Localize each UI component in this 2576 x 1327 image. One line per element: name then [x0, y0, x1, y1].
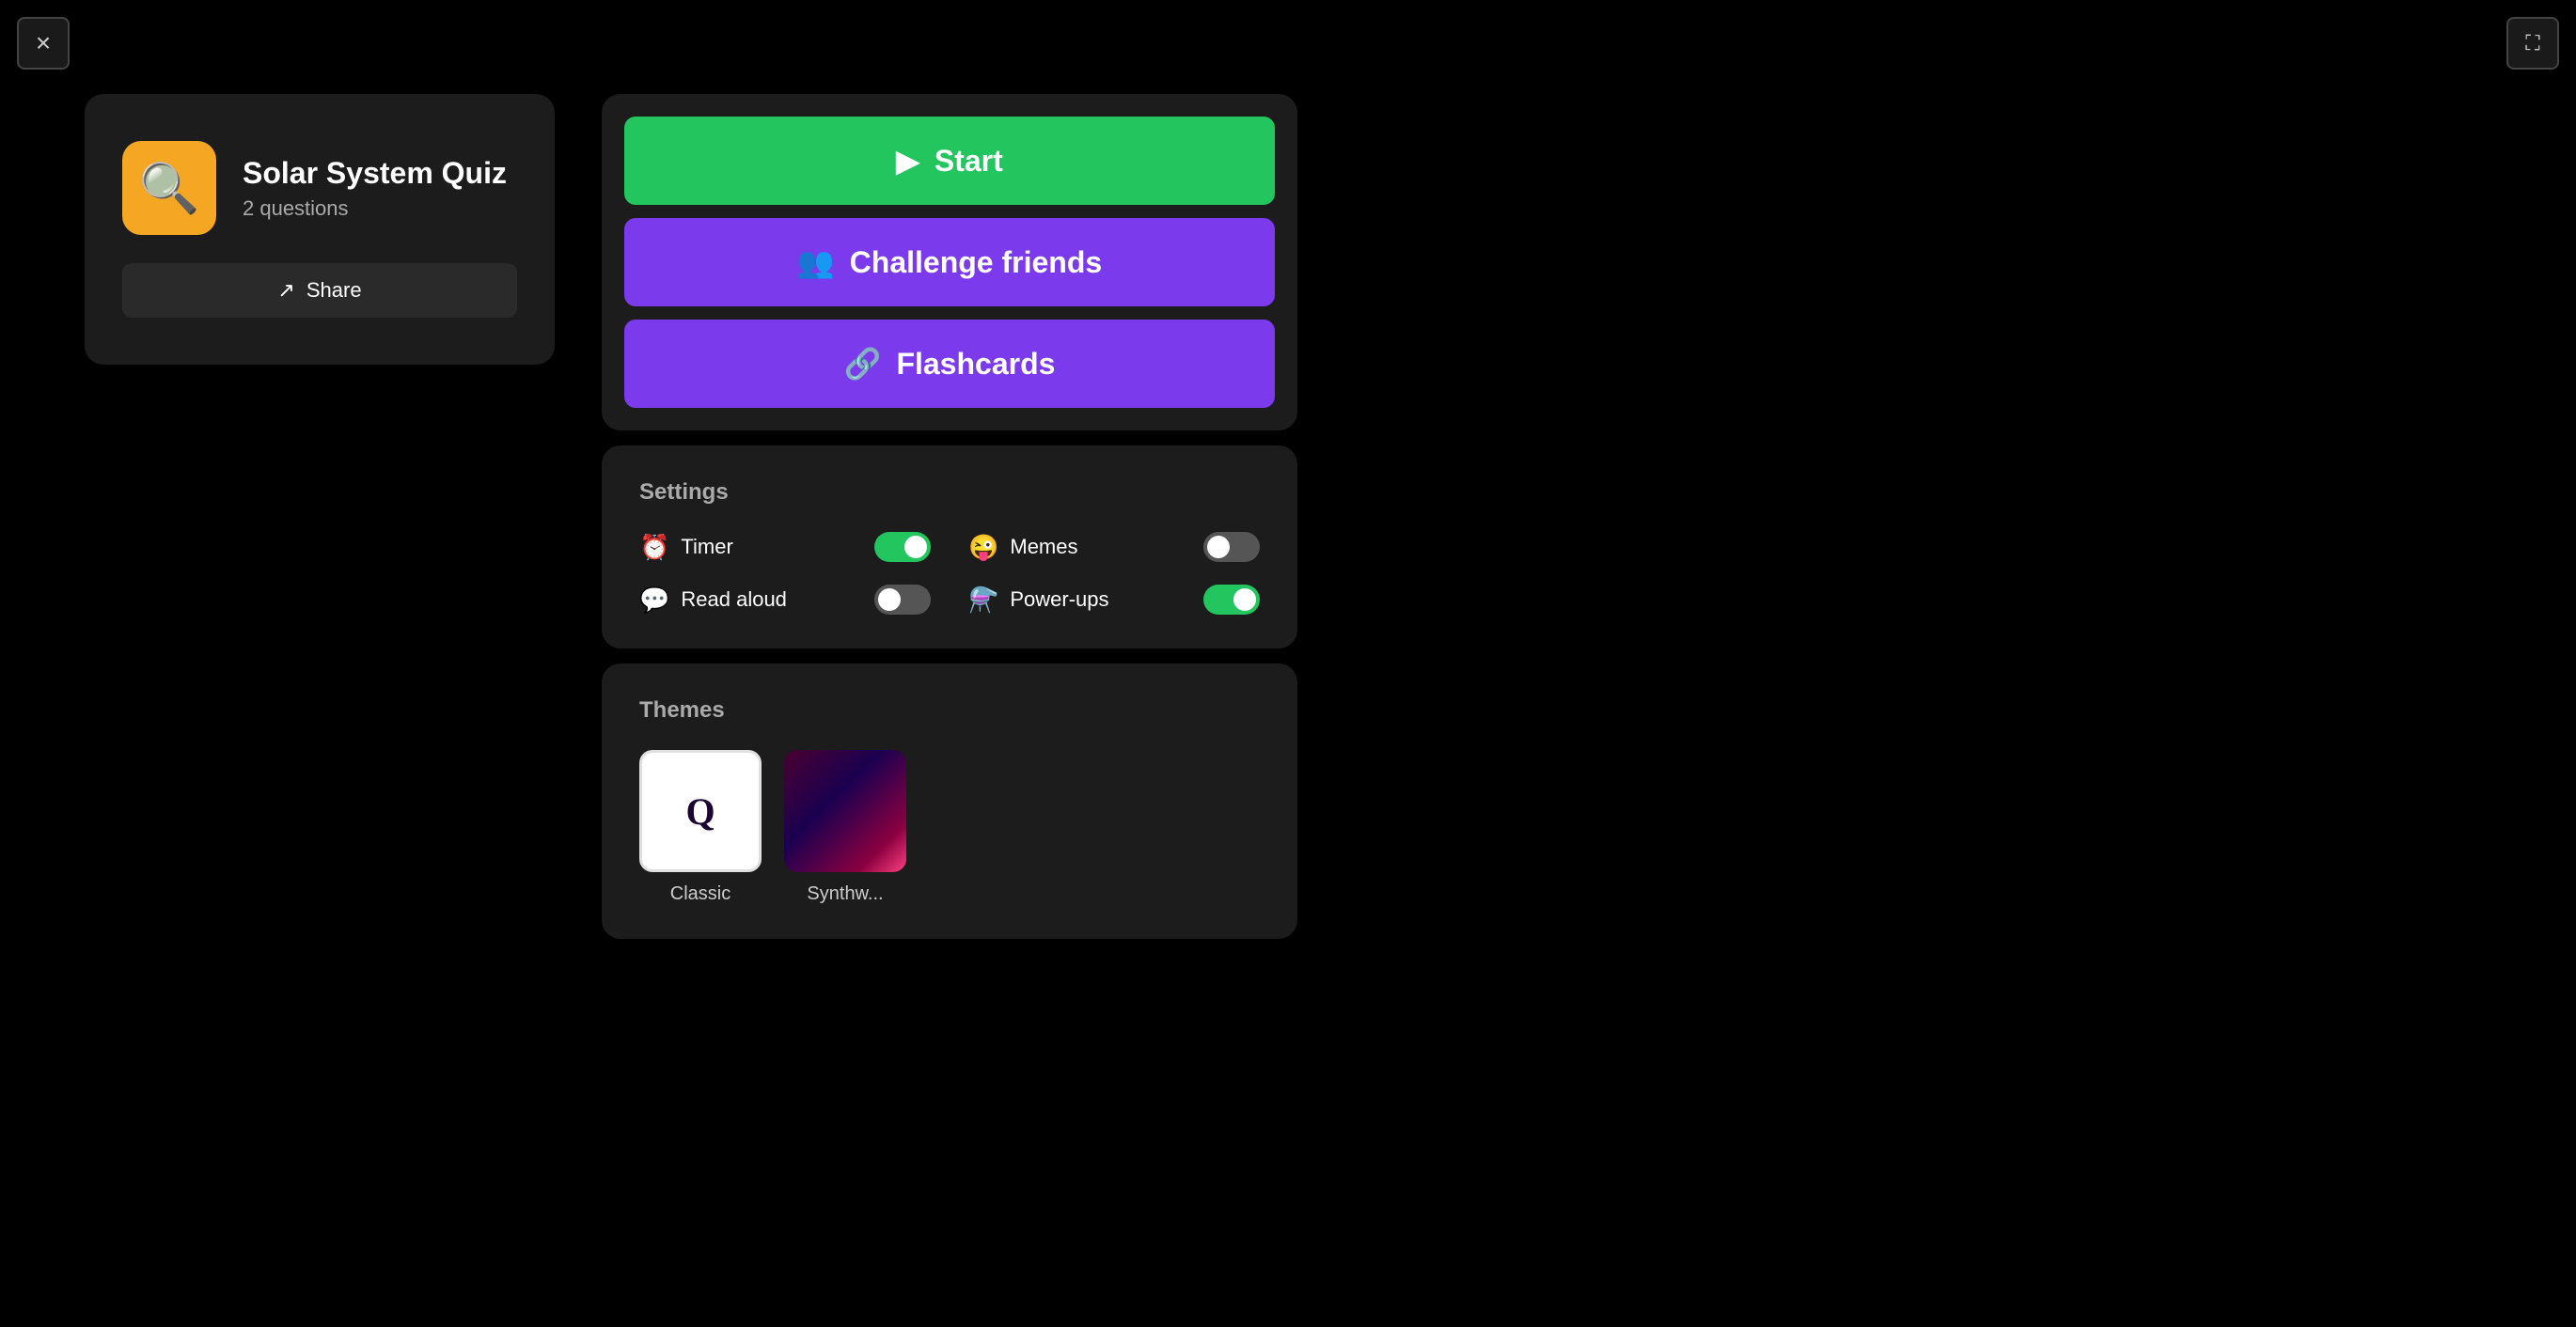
flashcards-label: Flashcards [896, 347, 1055, 382]
memes-label: 😜 Memes [968, 533, 1078, 562]
memes-toggle[interactable] [1203, 532, 1260, 562]
read-aloud-icon: 💬 [639, 585, 669, 615]
quiz-subtitle: 2 questions [243, 196, 507, 221]
read-aloud-text: Read aloud [681, 587, 787, 612]
challenge-icon: 👥 [797, 244, 835, 280]
share-button[interactable]: ↗ Share [122, 263, 517, 318]
power-ups-text: Power-ups [1010, 587, 1108, 612]
power-ups-toggle-knob [1233, 588, 1256, 611]
share-icon: ↗ [277, 278, 294, 303]
read-aloud-toggle-knob [878, 588, 901, 611]
start-label: Start [935, 144, 1003, 179]
fullscreen-icon: ⛶ [2525, 31, 2539, 55]
fullscreen-button[interactable]: ⛶ [2506, 17, 2559, 70]
timer-icon: ⏰ [639, 533, 669, 562]
classic-theme-label: Classic [670, 883, 730, 905]
classic-theme-icon: Q [685, 789, 715, 834]
settings-title: Settings [639, 479, 1260, 506]
play-icon: ▶ [896, 143, 919, 179]
timer-toggle-knob [904, 536, 927, 558]
close-icon: × [36, 28, 51, 58]
quiz-card-header: 🔍 Solar System Quiz 2 questions [122, 141, 517, 235]
flashcards-button[interactable]: 🔗 Flashcards [624, 320, 1275, 408]
quiz-icon-symbol: 🔍 [139, 160, 200, 217]
settings-grid: ⏰ Timer 😜 Memes [639, 532, 1260, 615]
setting-row-timer: ⏰ Timer [639, 532, 931, 562]
quiz-card: 🔍 Solar System Quiz 2 questions ↗ Share [85, 94, 555, 365]
quiz-icon: 🔍 [122, 141, 216, 235]
power-ups-toggle[interactable] [1203, 585, 1260, 615]
themes-grid: Q Classic Synthw... [639, 750, 1260, 905]
share-label: Share [306, 278, 362, 303]
theme-item-classic[interactable]: Q Classic [639, 750, 762, 905]
setting-row-memes: 😜 Memes [968, 532, 1260, 562]
right-panel: ▶ Start 👥 Challenge friends 🔗 Flashcards… [602, 94, 1297, 939]
read-aloud-toggle[interactable] [874, 585, 931, 615]
themes-title: Themes [639, 697, 1260, 724]
action-buttons-panel: ▶ Start 👥 Challenge friends 🔗 Flashcards [602, 94, 1297, 430]
main-content: 🔍 Solar System Quiz 2 questions ↗ Share … [85, 94, 1297, 939]
theme-item-synthwave[interactable]: Synthw... [784, 750, 906, 905]
power-ups-label: ⚗️ Power-ups [968, 585, 1109, 615]
challenge-friends-button[interactable]: 👥 Challenge friends [624, 218, 1275, 306]
quiz-title: Solar System Quiz [243, 156, 507, 191]
memes-icon: 😜 [968, 533, 998, 562]
memes-text: Memes [1010, 535, 1077, 559]
setting-row-power-ups: ⚗️ Power-ups [968, 585, 1260, 615]
read-aloud-label: 💬 Read aloud [639, 585, 787, 615]
flashcards-icon: 🔗 [844, 346, 882, 382]
timer-label: ⏰ Timer [639, 533, 733, 562]
themes-panel: Themes Q Classic Synthw... [602, 664, 1297, 939]
power-ups-icon: ⚗️ [968, 585, 998, 615]
timer-toggle[interactable] [874, 532, 931, 562]
memes-toggle-knob [1207, 536, 1230, 558]
setting-row-read-aloud: 💬 Read aloud [639, 585, 931, 615]
timer-text: Timer [681, 535, 732, 559]
start-button[interactable]: ▶ Start [624, 117, 1275, 205]
challenge-label: Challenge friends [850, 245, 1103, 280]
theme-thumb-classic: Q [639, 750, 762, 872]
quiz-info: Solar System Quiz 2 questions [243, 156, 507, 221]
close-button[interactable]: × [17, 17, 70, 70]
settings-panel: Settings ⏰ Timer 😜 Memes [602, 445, 1297, 648]
synthwave-theme-label: Synthw... [807, 883, 883, 905]
theme-thumb-synthwave [784, 750, 906, 872]
